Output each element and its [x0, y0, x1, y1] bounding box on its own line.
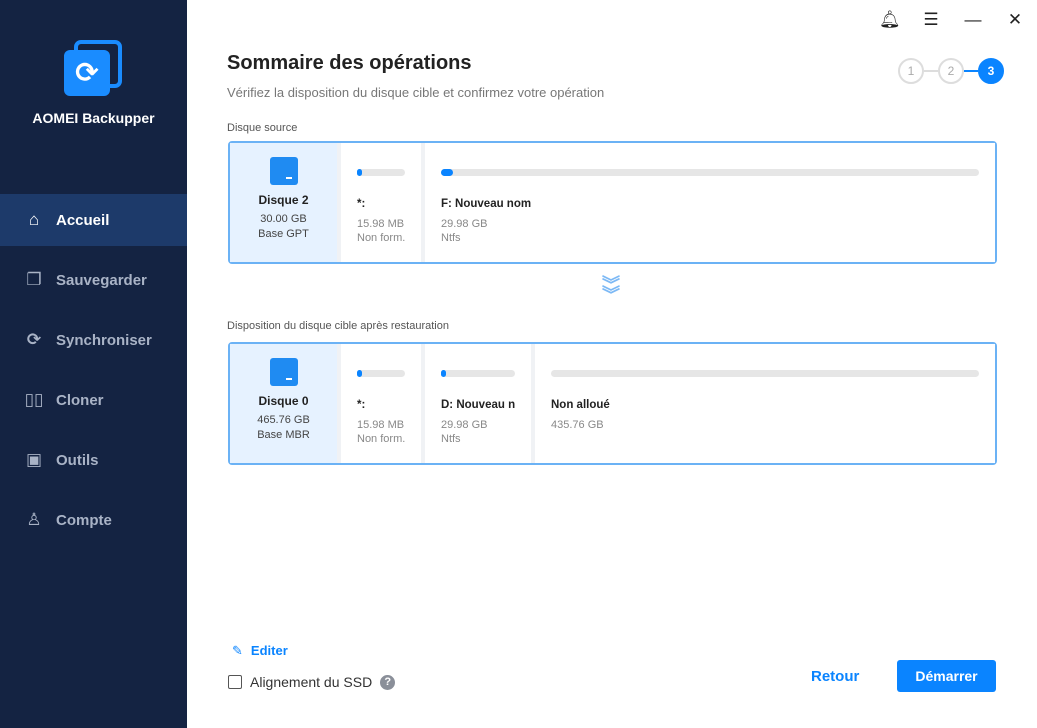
partition-name: *:: [357, 399, 366, 411]
target-disk[interactable]: Disque 0 465.76 GB Base MBR *: 15.98 MB …: [228, 342, 997, 465]
minimize-icon[interactable]: —: [963, 10, 983, 30]
partition-size: 15.98 MB: [357, 419, 405, 431]
start-button[interactable]: Démarrer: [897, 660, 996, 692]
back-button[interactable]: Retour: [811, 668, 859, 685]
edit-button[interactable]: ✎ Editer: [232, 643, 288, 659]
app-name: AOMEI Backupper: [32, 110, 155, 126]
disk-type: Base MBR: [257, 429, 310, 441]
hard-disk-icon: [269, 157, 298, 185]
partition-size: 29.98 GB: [441, 419, 488, 431]
partition[interactable]: F: Nouveau nom 29.98 GB Ntfs: [425, 143, 995, 262]
target-label: Disposition du disque cible après restau…: [227, 320, 449, 332]
nav-compte[interactable]: ♙ Compte: [0, 494, 187, 546]
edit-label: Editer: [250, 643, 288, 658]
backup-icon: ❐: [26, 270, 42, 289]
close-icon[interactable]: ✕: [1005, 10, 1025, 30]
step-3: 3: [978, 58, 1004, 84]
disk-size: 465.76 GB: [257, 414, 310, 426]
partition-name: D: Nouveau n...: [441, 399, 515, 411]
partition[interactable]: *: 15.98 MB Non form...: [341, 143, 421, 262]
pencil-icon: ✎: [232, 643, 243, 658]
partition-size: 15.98 MB: [357, 218, 405, 230]
page-subtitle: Vérifiez la disposition du disque cible …: [227, 85, 605, 100]
step-2: 2: [938, 58, 964, 84]
help-icon[interactable]: ?: [380, 674, 396, 690]
disk-size: 30.00 GB: [260, 213, 307, 225]
bell-icon[interactable]: 🔔︎: [879, 10, 901, 30]
nav-cloner[interactable]: ▯▯ Cloner: [0, 374, 187, 426]
partition-unallocated[interactable]: Non alloué 435.76 GB: [535, 344, 995, 463]
nav-outils[interactable]: ▣ Outils: [0, 434, 187, 486]
sidebar: ⟳ AOMEI Backupper ⌂ Accueil ❐ Sauvegarder …: [0, 0, 187, 728]
menu-icon[interactable]: ☰: [921, 10, 941, 30]
ssd-alignment-checkbox[interactable]: Alignement du SSD?: [228, 674, 396, 690]
nav-synchroniser[interactable]: ⟳ Synchroniser: [0, 314, 187, 366]
partition-fs: Non form...: [357, 433, 405, 445]
hard-disk-icon: [269, 358, 298, 386]
account-icon: ♙: [26, 510, 42, 529]
disk-name: Disque 0: [258, 394, 309, 408]
disk-name: Disque 2: [258, 193, 309, 207]
nav-label: Sauvegarder: [56, 271, 147, 289]
partition-fs: Ntfs: [441, 232, 461, 244]
sync-icon: ⟳: [26, 330, 42, 349]
chevron-down-icon: ︾ ︾: [602, 275, 620, 305]
nav-label: Synchroniser: [56, 331, 152, 349]
nav-accueil[interactable]: ⌂ Accueil: [0, 194, 187, 246]
disk-type: Base GPT: [258, 228, 309, 240]
nav-label: Outils: [56, 451, 99, 469]
ssd-label: Alignement du SSD: [250, 674, 373, 690]
partition[interactable]: D: Nouveau n... 29.98 GB Ntfs: [425, 344, 531, 463]
nav-label: Accueil: [56, 211, 110, 229]
partition-size: 29.98 GB: [441, 218, 488, 230]
source-disk[interactable]: Disque 2 30.00 GB Base GPT *: 15.98 MB N…: [228, 141, 997, 264]
partition-name: *:: [357, 198, 366, 210]
partition-name: F: Nouveau nom: [441, 198, 532, 210]
tools-icon: ▣: [25, 450, 43, 469]
step-1: 1: [898, 58, 924, 84]
partition-fs: Ntfs: [441, 433, 461, 445]
source-label: Disque source: [227, 122, 298, 134]
app-logo: ⟳: [64, 40, 124, 100]
nav-sauvegarder[interactable]: ❐ Sauvegarder: [0, 254, 187, 306]
checkbox[interactable]: [228, 675, 242, 689]
disk-info: Disque 2 30.00 GB Base GPT: [230, 143, 337, 262]
clone-icon: ▯▯: [24, 390, 44, 409]
partition-name: Non alloué: [551, 399, 610, 411]
disk-info: Disque 0 465.76 GB Base MBR: [230, 344, 337, 463]
nav-label: Compte: [56, 511, 112, 529]
partition-size: 435.76 GB: [551, 419, 604, 431]
page-title: Sommaire des opérations: [227, 52, 472, 74]
partition[interactable]: *: 15.98 MB Non form...: [341, 344, 421, 463]
nav-label: Cloner: [56, 391, 104, 409]
partition-fs: Non form...: [357, 232, 405, 244]
step-indicator: 1 2 3: [898, 58, 1004, 84]
home-icon: ⌂: [28, 210, 40, 229]
